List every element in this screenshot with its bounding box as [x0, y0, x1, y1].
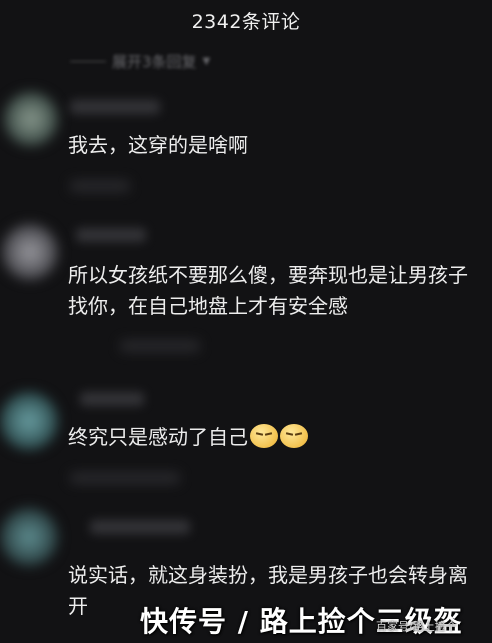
avatar[interactable]: [0, 508, 58, 566]
username-blurred[interactable]: [80, 392, 144, 406]
expand-replies-button[interactable]: 展开3条回复 ▼: [70, 48, 210, 74]
comment-meta-blurred: [70, 472, 180, 484]
comment-text: 所以女孩纸不要那么傻，要奔现也是让男孩子找你，在自己地盘上才有安全感: [68, 263, 468, 318]
comment-meta-blurred: [70, 180, 130, 192]
expand-replies-label: 展开3条回复: [112, 52, 197, 71]
comment-text: 我去，这穿的是啥啊: [68, 133, 248, 157]
divider: [70, 60, 106, 62]
comment-text: 终究只是感动了自己: [68, 422, 478, 453]
comment-meta-blurred: [120, 340, 200, 352]
comments-header: 2342条评论: [0, 0, 492, 40]
avatar[interactable]: [0, 392, 58, 450]
chevron-down-icon: ▼: [202, 55, 211, 67]
watermark-sub: 百家号/路上捡个: [376, 620, 457, 633]
avatar[interactable]: [4, 92, 58, 146]
username-blurred[interactable]: [90, 520, 190, 534]
frowning-face-icon: [250, 424, 278, 448]
comment-text-body: 终究只是感动了自己: [68, 425, 248, 449]
username-blurred[interactable]: [76, 228, 146, 242]
avatar[interactable]: [2, 224, 58, 280]
frowning-face-icon: [280, 424, 308, 448]
username-blurred[interactable]: [70, 100, 160, 114]
comment-count-title: 2342条评论: [191, 10, 301, 33]
